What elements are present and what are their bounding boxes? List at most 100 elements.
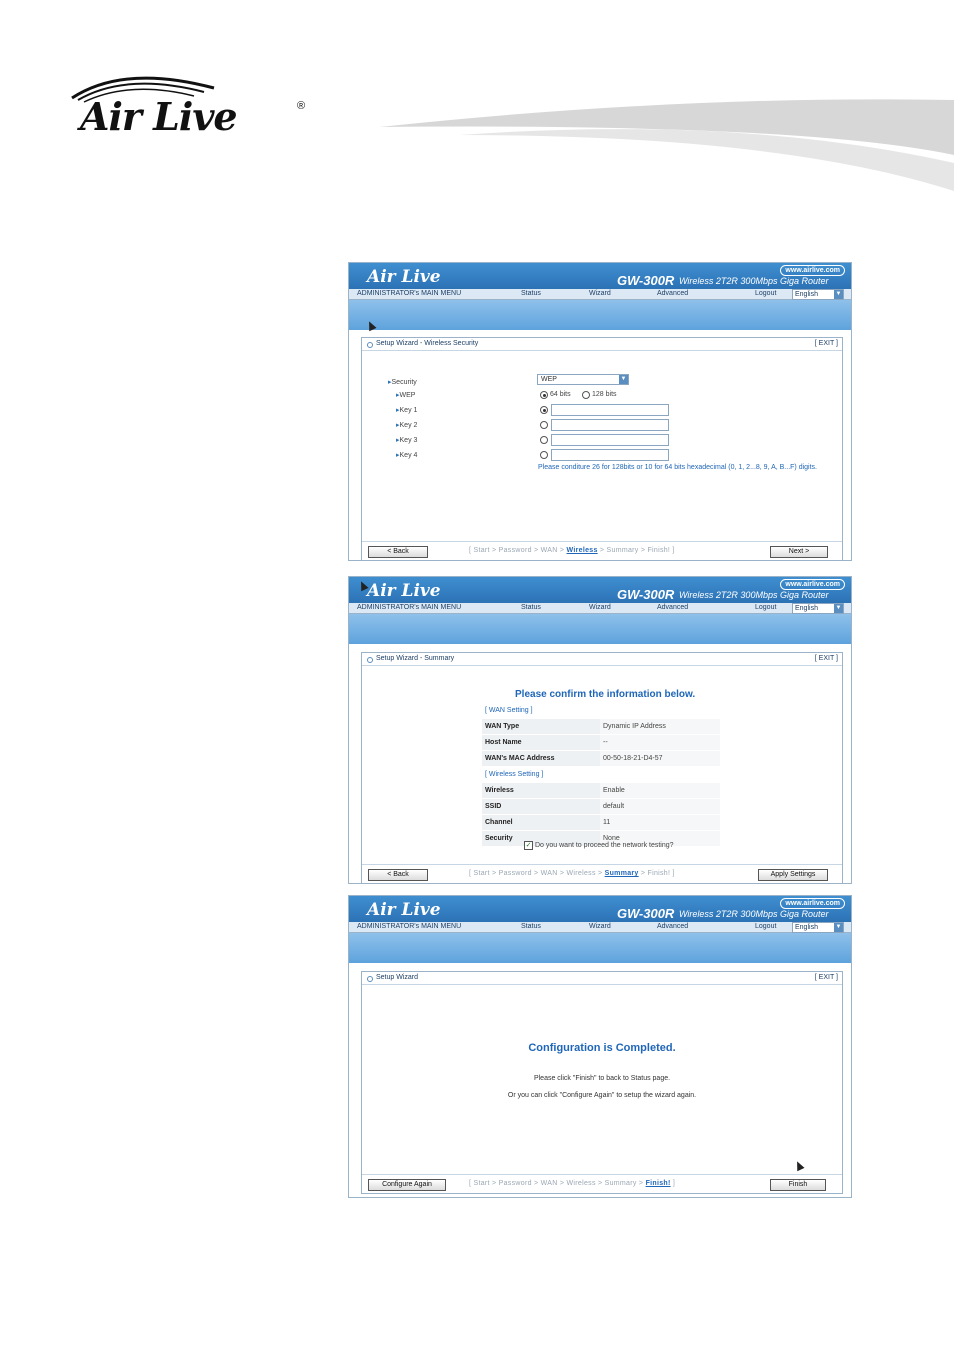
wep-128-radio[interactable] [582,391,590,399]
logo-text: Air Live [80,94,238,139]
router-header: Air Live GW-300R Wireless 2T2R 300Mbps G… [349,577,851,603]
key2-input[interactable] [551,419,669,431]
exit-link[interactable]: [ EXIT ] [815,972,838,984]
language-select[interactable]: English ▼ [792,922,844,933]
menu-logout[interactable]: Logout [755,922,776,932]
key1-radio[interactable] [540,406,548,414]
wizard-panel: Setup Wizard - Summary[ EXIT ] Please co… [361,652,843,883]
language-select[interactable]: English ▼ [792,289,844,300]
exit-link[interactable]: [ EXIT ] [815,338,838,350]
table-row: WAN's MAC Address 00-50-18-21-D4-57 [482,750,720,767]
registered-mark: ® [297,100,306,112]
network-test-checkbox[interactable]: ✓ [524,841,533,850]
panel-title: Setup Wizard - Wireless Security[ EXIT ] [362,338,842,351]
key2-radio[interactable] [540,421,548,429]
router-header: Air Live GW-300R Wireless 2T2R 300Mbps G… [349,263,851,289]
key2-label: Key 2 [396,421,418,429]
router-brand-logo: Air Live [367,267,441,287]
header-band [349,933,851,963]
apply-settings-button[interactable]: Apply Settings [758,869,828,881]
menu-status[interactable]: Status [521,922,541,932]
wizard-footer: Configure Again [ Start > Password > WAN… [362,1174,842,1193]
confirm-heading: Please confirm the information below. [515,689,696,700]
airlive-url-link[interactable]: www.airlive.com [780,265,845,276]
finish-instruction: Please click "Finish" to back to Status … [533,1075,671,1082]
finish-button[interactable]: Finish [770,1179,826,1191]
key4-label: Key 4 [396,451,418,459]
wep-key-note: Please conditure 26 for 128bits or 10 fo… [538,464,817,471]
language-select[interactable]: English ▼ [792,603,844,614]
wan-section-heading: [ WAN Setting ] [482,703,720,719]
router-brand-logo: Air Live [367,581,441,601]
key3-label: Key 3 [396,436,418,444]
wep-label: WEP [396,391,416,399]
chevron-down-icon: ▼ [834,290,843,299]
airlive-url-link[interactable]: www.airlive.com [780,898,845,909]
table-row: WAN Type Dynamic IP Address [482,718,720,735]
security-label: Security [388,378,417,386]
menu-advanced[interactable]: Advanced [657,603,688,613]
completed-heading: Configuration is Completed. [528,1042,676,1054]
wizard-footer: < Back [ Start > Password > WAN > Wirele… [362,864,842,883]
airlive-url-link[interactable]: www.airlive.com [780,579,845,590]
wireless-section-heading: [ Wireless Setting ] [482,766,720,783]
configure-again-button[interactable]: Configure Again [368,1179,446,1191]
router-tagline: Wireless 2T2R 300Mbps Giga Router [679,276,829,286]
menu-status[interactable]: Status [521,603,541,613]
main-menu-bar: ADMINISTRATOR's MAIN MENU Status Wizard … [349,289,851,300]
key3-radio[interactable] [540,436,548,444]
menu-logout[interactable]: Logout [755,603,776,613]
menu-admin[interactable]: ADMINISTRATOR's MAIN MENU [357,603,461,613]
decorative-swoosh [380,99,954,191]
router-brand-logo: Air Live [367,900,441,920]
router-model: GW-300R [617,273,675,288]
menu-admin[interactable]: ADMINISTRATOR's MAIN MENU [357,289,461,299]
router-tagline: Wireless 2T2R 300Mbps Giga Router [679,909,829,919]
menu-status[interactable]: Status [521,289,541,299]
panel-title: Setup Wizard - Summary[ EXIT ] [362,653,842,666]
wep-128-label: 128 bits [592,391,617,398]
wizard-wireless-security-screen: Air Live GW-300R Wireless 2T2R 300Mbps G… [348,262,852,561]
menu-wizard[interactable]: Wizard [589,922,611,932]
table-row: Wireless Enable [482,782,720,799]
key3-input[interactable] [551,434,669,446]
chevron-down-icon: ▼ [834,604,843,613]
router-model: GW-300R [617,587,675,602]
configure-again-instruction: Or you can click "Configure Again" to se… [507,1092,697,1099]
back-button[interactable]: < Back [368,546,428,558]
main-menu-bar: ADMINISTRATOR's MAIN MENU Status Wizard … [349,922,851,933]
header-band [349,300,851,330]
wizard-panel: Setup Wizard - Wireless Security[ EXIT ]… [361,337,843,560]
chevron-down-icon: ▼ [619,375,628,384]
wizard-summary-screen: Air Live GW-300R Wireless 2T2R 300Mbps G… [348,576,852,884]
network-test-label: Do you want to proceed the network testi… [535,842,674,849]
menu-logout[interactable]: Logout [755,289,776,299]
router-model: GW-300R [617,906,675,921]
next-button[interactable]: Next > [770,546,828,558]
chevron-down-icon: ▼ [834,923,843,932]
security-select[interactable]: WEP ▼ [537,374,629,385]
menu-wizard[interactable]: Wizard [589,603,611,613]
exit-link[interactable]: [ EXIT ] [815,653,838,665]
menu-advanced[interactable]: Advanced [657,289,688,299]
wizard-footer: < Back [ Start > Password > WAN > Wirele… [362,541,842,560]
wizard-completed-screen: Air Live GW-300R Wireless 2T2R 300Mbps G… [348,895,852,1198]
wep-64-radio[interactable] [540,391,548,399]
menu-advanced[interactable]: Advanced [657,922,688,932]
table-row: SSID default [482,798,720,815]
table-row: Host Name -- [482,734,720,751]
header-band [349,614,851,644]
menu-wizard[interactable]: Wizard [589,289,611,299]
router-header: Air Live GW-300R Wireless 2T2R 300Mbps G… [349,896,851,922]
main-menu-bar: ADMINISTRATOR's MAIN MENU Status Wizard … [349,603,851,614]
menu-admin[interactable]: ADMINISTRATOR's MAIN MENU [357,922,461,932]
back-button[interactable]: < Back [368,869,428,881]
key4-radio[interactable] [540,451,548,459]
wizard-panel: Setup Wizard[ EXIT ] Configuration is Co… [361,971,843,1194]
key1-input[interactable] [551,404,669,416]
key1-label: Key 1 [396,406,418,414]
router-tagline: Wireless 2T2R 300Mbps Giga Router [679,590,829,600]
airlive-page-logo: Air Live ® [64,68,314,143]
key4-input[interactable] [551,449,669,461]
wizard-breadcrumb: [ Start > Password > WAN > Wireless > Su… [469,1180,676,1187]
